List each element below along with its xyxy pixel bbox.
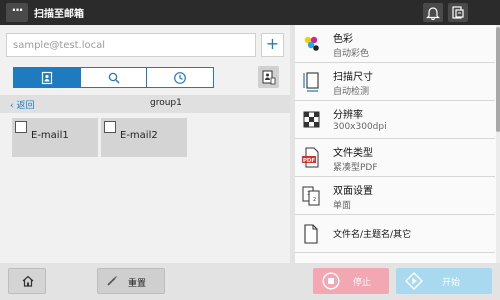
add-address-button[interactable]: + <box>261 33 284 57</box>
address-book-icon <box>41 71 52 84</box>
reset-button[interactable]: 重置 <box>97 268 165 294</box>
setting-name: 扫描尺寸 <box>333 72 373 83</box>
color-icon <box>304 36 319 51</box>
bell-icon <box>426 7 440 20</box>
setting-value: 300x300dpi <box>333 122 387 132</box>
settings-panel: 色彩 自动彩色 扫描尺寸 自动检测 分辨率 300x300dpi PDF 文件类… <box>295 25 500 263</box>
setting-color[interactable]: 色彩 自动彩色 <box>295 25 495 63</box>
home-icon <box>22 275 34 287</box>
svg-text:2: 2 <box>313 197 316 203</box>
destination-tile[interactable]: E-mail2 <box>101 118 187 157</box>
clock-icon <box>174 71 187 84</box>
top-bar: ··· 扫描至邮箱 <box>0 0 500 25</box>
svg-text:PDF: PDF <box>303 158 316 164</box>
address-detail-icon <box>262 70 276 85</box>
duplex-icon: 1 2 <box>302 186 320 206</box>
reset-icon <box>107 276 117 286</box>
document-icon <box>304 224 318 244</box>
stop-label: 停止 <box>353 278 372 288</box>
stop-icon <box>322 272 340 290</box>
menu-button[interactable]: ··· <box>6 3 28 22</box>
page-title: 扫描至邮箱 <box>34 9 84 20</box>
start-button[interactable]: 开始 <box>396 268 492 294</box>
setting-value: 单面 <box>333 201 352 211</box>
setting-name: 色彩 <box>333 34 353 45</box>
setting-resolution[interactable]: 分辨率 300x300dpi <box>295 101 495 139</box>
back-link[interactable]: ‹ 返回 <box>10 98 34 111</box>
device-status-button[interactable] <box>448 3 468 22</box>
destination-tile[interactable]: E-mail1 <box>12 118 98 157</box>
address-detail-button[interactable] <box>258 66 279 88</box>
tab-history[interactable] <box>147 68 213 87</box>
reset-label: 重置 <box>128 279 147 289</box>
search-icon <box>108 72 119 83</box>
start-label: 开始 <box>442 278 461 288</box>
resolution-icon <box>303 111 320 128</box>
setting-scan-size[interactable]: 扫描尺寸 自动检测 <box>295 63 495 101</box>
setting-duplex[interactable]: 1 2 双面设置 单面 <box>295 177 495 215</box>
breadcrumb: ‹ 返回 group1 <box>0 95 290 113</box>
setting-value: 紧凑型PDF <box>333 163 378 173</box>
notification-button[interactable] <box>423 3 443 22</box>
scan-size-icon <box>303 72 319 92</box>
destination-checkbox[interactable] <box>15 121 27 133</box>
home-button[interactable] <box>8 268 46 294</box>
address-tabs <box>13 67 214 88</box>
setting-file-type[interactable]: PDF 文件类型 紧凑型PDF <box>295 139 495 177</box>
destination-panel: + ‹ 返 <box>0 25 290 263</box>
back-label: 返回 <box>16 101 35 111</box>
setting-name: 分辨率 <box>333 110 363 121</box>
destination-label: E-mail1 <box>31 130 69 141</box>
setting-value: 自动检测 <box>333 87 370 97</box>
setting-file-name[interactable]: 文件名/主题名/其它 <box>295 215 495 253</box>
bottom-bar: 重置 停止 开始 <box>0 263 500 300</box>
svg-text:1: 1 <box>307 191 310 197</box>
pdf-icon: PDF <box>302 147 319 168</box>
settings-scrollbar-thumb[interactable] <box>496 27 500 132</box>
setting-value: 自动彩色 <box>333 49 370 59</box>
destination-checkbox[interactable] <box>104 121 116 133</box>
address-input[interactable] <box>6 33 256 57</box>
destination-label: E-mail2 <box>120 130 158 141</box>
start-icon <box>405 272 423 290</box>
tab-search[interactable] <box>81 68 148 87</box>
stop-button[interactable]: 停止 <box>313 268 389 294</box>
tab-address-book[interactable] <box>14 68 81 87</box>
setting-name: 文件类型 <box>333 148 373 159</box>
group-name: group1 <box>150 98 182 108</box>
setting-name: 双面设置 <box>333 186 373 197</box>
device-icon <box>452 6 464 19</box>
setting-name: 文件名/主题名/其它 <box>333 230 412 240</box>
